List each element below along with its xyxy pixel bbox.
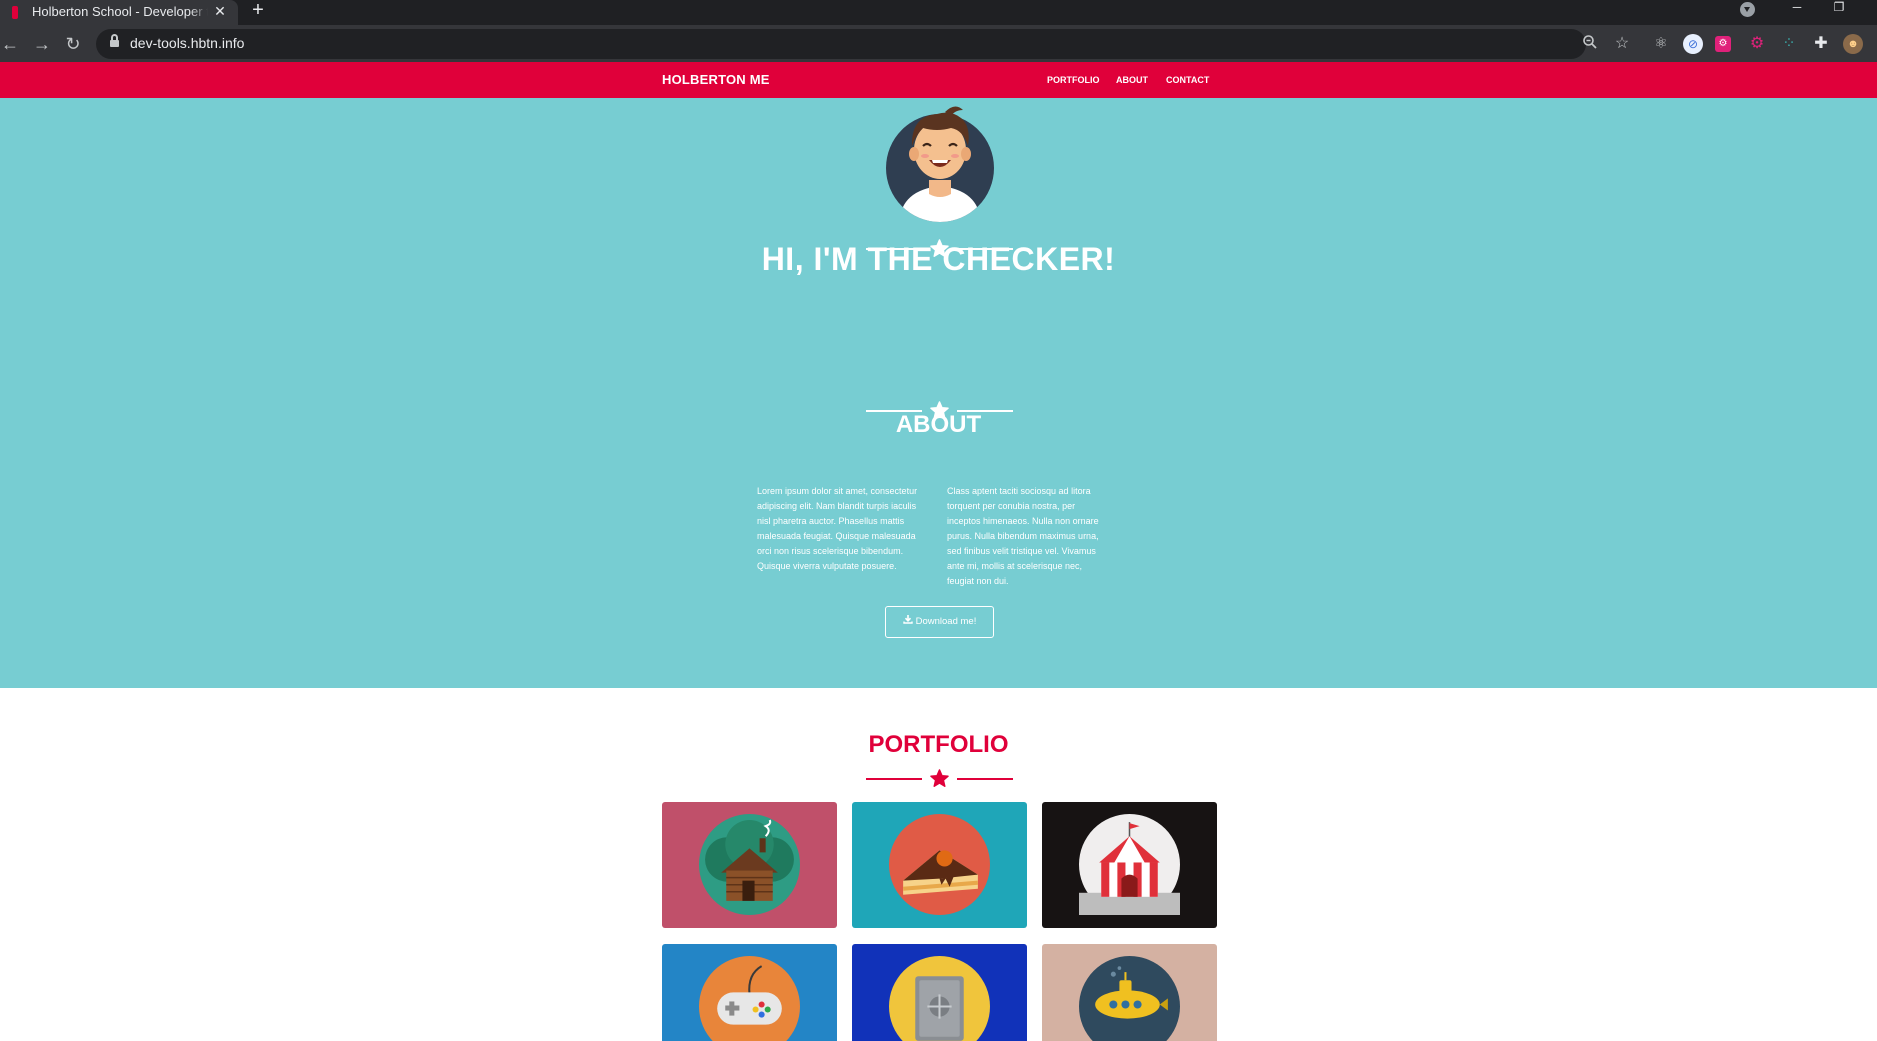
extension-dots-icon[interactable]: ⁘ [1779,34,1799,54]
extension-pink-icon[interactable]: ⚙ [1715,36,1731,52]
star-icon [930,239,949,258]
hero-divider [866,239,1013,259]
portfolio-item-controller[interactable] [662,944,837,1041]
portfolio-item-circus[interactable] [1042,802,1217,928]
lock-icon[interactable] [110,34,119,49]
download-button-label: Download me! [915,616,977,627]
new-tab-button[interactable]: + [248,0,268,22]
back-icon[interactable]: ← [0,32,22,56]
download-icon [902,615,913,624]
tab-search-icon[interactable] [1740,2,1755,17]
close-tab-icon[interactable]: ✕ [212,2,228,20]
hero-section: HI, I'M THE CHECKER! ABOUT Lorem ipsum d… [0,98,1877,688]
profile-avatar-icon[interactable]: ☻ [1843,34,1863,54]
nav-link-contact[interactable]: CONTACT [1166,75,1209,85]
forward-icon[interactable]: → [30,32,54,56]
portfolio-item-cake[interactable] [852,802,1027,928]
star-icon [930,401,949,420]
portfolio-title: PORTFOLIO [868,731,1009,758]
browser-tab[interactable]: Holberton School - Developer to ✕ [0,0,238,25]
portfolio-item-cabin[interactable] [662,802,837,928]
address-bar[interactable]: dev-tools.hbtn.info ☆ [96,29,1629,59]
minimize-button[interactable]: ─ [1787,0,1807,18]
safe-icon [889,956,990,1041]
about-text-right: Class aptent taciti sociosqu ad litora t… [947,486,1099,586]
submarine-icon [1079,956,1180,1041]
extension-magenta-icon[interactable]: ⚙ [1747,34,1767,54]
extensions-puzzle-icon[interactable]: ✚ [1811,34,1831,54]
extension-blue-icon[interactable]: ⊘ [1683,34,1703,54]
reload-icon[interactable]: ↻ [61,32,85,56]
download-button[interactable]: Download me! [885,606,994,638]
portfolio-item-safe[interactable] [852,944,1027,1041]
star-icon [930,769,949,788]
site-navbar: HOLBERTON ME PORTFOLIO ABOUT CONTACT [0,62,1877,98]
bookmark-star-icon[interactable]: ☆ [1612,34,1632,54]
browser-toolbar: ← → ↻ dev-tools.hbtn.info ☆ ⚛ ⊘ ⚙ ⚙ ⁘ ✚ … [0,25,1877,62]
checker-avatar [886,106,994,222]
about-text-left: Lorem ipsum dolor sit amet, consectetur … [757,486,918,571]
restore-button[interactable]: ❐ [1829,0,1849,18]
nav-link-about[interactable]: ABOUT [1116,75,1148,85]
cake-icon [889,814,990,915]
portfolio-divider [866,769,1013,789]
portfolio-item-submarine[interactable] [1042,944,1217,1041]
holberton-favicon-icon [12,6,18,19]
game-controller-icon [699,956,800,1041]
cabin-icon [699,814,800,915]
react-devtools-icon[interactable]: ⚛ [1651,34,1671,54]
about-divider [866,401,1013,421]
url-text[interactable]: dev-tools.hbtn.info [130,35,244,51]
tab-title: Holberton School - Developer to [32,4,208,20]
tab-strip: Holberton School - Developer to ✕ + ─ ❐ [0,0,1877,25]
zoom-icon[interactable] [1580,34,1600,54]
nav-link-portfolio[interactable]: PORTFOLIO [1047,75,1100,85]
brand-logo[interactable]: HOLBERTON ME [662,72,770,87]
circus-tent-icon [1079,814,1180,915]
